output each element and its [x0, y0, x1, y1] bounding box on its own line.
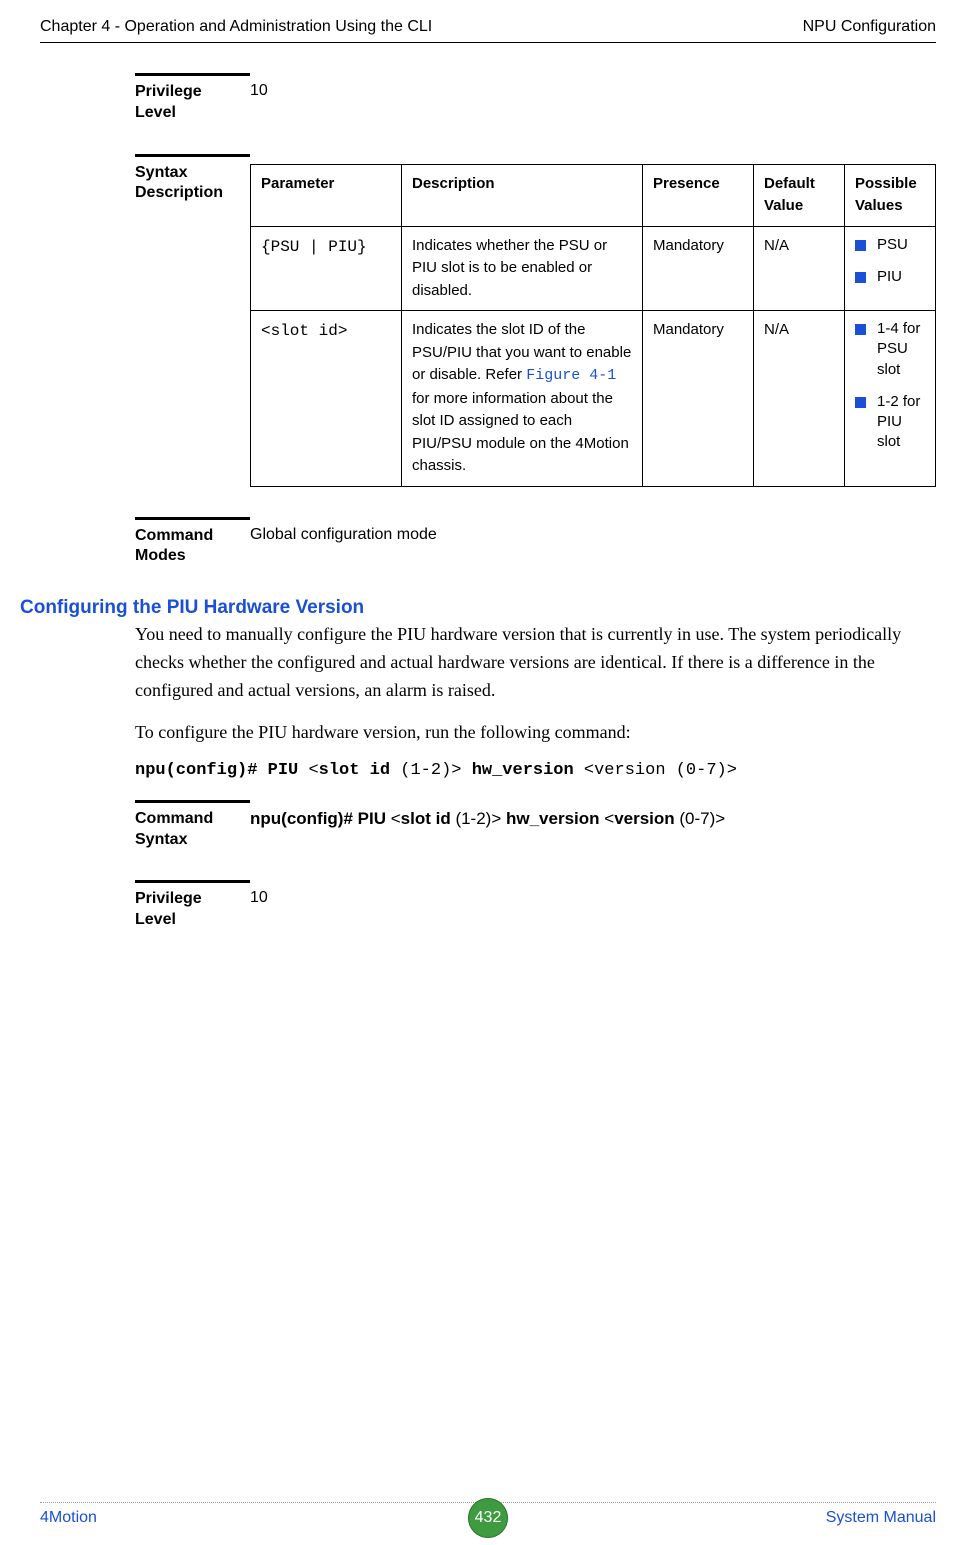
th-parameter: Parameter	[251, 164, 402, 226]
command-modes-label: Command Modes	[135, 517, 250, 568]
cmd-token: npu(config)# PIU	[135, 761, 308, 780]
privilege-level-value: 10	[250, 73, 936, 124]
cmd-token: hw_version	[506, 809, 604, 828]
desc-text-post: for more information about the slot ID a…	[412, 390, 629, 475]
page-badge: 432	[468, 1498, 508, 1538]
cell-default: N/A	[754, 311, 845, 487]
privilege-level-value: 10	[250, 880, 936, 931]
footer-left: 4Motion	[40, 1509, 97, 1527]
cmd-token: <	[308, 761, 318, 780]
privilege-level-label: Privilege Level	[135, 880, 250, 931]
syntax-table: Parameter Description Presence Default V…	[250, 164, 936, 487]
th-possible: Possible Values	[845, 164, 936, 226]
footer-right: System Manual	[826, 1509, 936, 1527]
privilege-level-label: Privilege Level	[135, 73, 250, 124]
section-heading: 4.3.14.1.2 Configuring the PIU Hardware …	[20, 597, 936, 621]
command-modes-block: Command Modes Global configuration mode	[135, 517, 936, 568]
cmd-token: <	[391, 809, 401, 828]
cmd-token: (0-7)>	[679, 809, 725, 828]
cmd-token: (1-2)>	[400, 761, 471, 780]
th-presence: Presence	[643, 164, 754, 226]
cell-presence: Mandatory	[643, 226, 754, 311]
table-row: <slot id> Indicates the slot ID of the P…	[251, 311, 936, 487]
list-item: 1-2 for PIU slot	[855, 392, 925, 453]
cell-possible: 1-4 for PSU slot 1-2 for PIU slot	[845, 311, 936, 487]
section-number: 4.3.14.1.2	[0, 597, 20, 621]
body-paragraph: You need to manually configure the PIU h…	[135, 621, 936, 705]
list-item: 1-4 for PSU slot	[855, 319, 925, 380]
cmd-token: version	[614, 809, 679, 828]
th-description: Description	[402, 164, 643, 226]
section-title: Configuring the PIU Hardware Version	[20, 597, 364, 621]
syntax-description-block: Syntax Description Parameter Description…	[135, 154, 936, 487]
header-right: NPU Configuration	[803, 18, 936, 36]
cmd-token: hw_version	[472, 761, 584, 780]
command-syntax-block: Command Syntax npu(config)# PIU <slot id…	[135, 800, 936, 851]
list-item: PIU	[855, 267, 925, 287]
cmd-token: slot id	[319, 761, 401, 780]
command-syntax-label: Command Syntax	[135, 800, 250, 851]
privilege-level-block: Privilege Level 10	[135, 880, 936, 931]
cmd-token: (1-2)>	[455, 809, 506, 828]
command-modes-value: Global configuration mode	[250, 517, 936, 568]
syntax-description-label: Syntax Description	[135, 154, 250, 487]
cell-parameter: <slot id>	[251, 311, 402, 487]
page-header: Chapter 4 - Operation and Administration…	[40, 0, 936, 43]
cmd-token: npu(config)# PIU	[250, 809, 391, 828]
header-left: Chapter 4 - Operation and Administration…	[40, 18, 432, 36]
table-header-row: Parameter Description Presence Default V…	[251, 164, 936, 226]
cmd-token: <version (0-7)>	[584, 761, 737, 780]
cell-default: N/A	[754, 226, 845, 311]
cell-description: Indicates the slot ID of the PSU/PIU tha…	[402, 311, 643, 487]
figure-reference-link[interactable]: Figure 4-1	[526, 367, 616, 384]
cell-description: Indicates whether the PSU or PIU slot is…	[402, 226, 643, 311]
footer-page-number: 432	[468, 1498, 508, 1538]
list-item: PSU	[855, 235, 925, 255]
cell-parameter: {PSU | PIU}	[251, 226, 402, 311]
privilege-level-block: Privilege Level 10	[135, 73, 936, 124]
page-footer: 4Motion 432 System Manual	[40, 1502, 936, 1527]
cell-possible: PSU PIU	[845, 226, 936, 311]
command-line: npu(config)# PIU <slot id (1-2)> hw_vers…	[135, 761, 936, 780]
cmd-token: <	[604, 809, 614, 828]
table-row: {PSU | PIU} Indicates whether the PSU or…	[251, 226, 936, 311]
body-paragraph: To configure the PIU hardware version, r…	[135, 719, 936, 747]
cell-presence: Mandatory	[643, 311, 754, 487]
th-default: Default Value	[754, 164, 845, 226]
cmd-token: slot id	[401, 809, 456, 828]
command-syntax-value: npu(config)# PIU <slot id (1-2)> hw_vers…	[250, 800, 936, 851]
